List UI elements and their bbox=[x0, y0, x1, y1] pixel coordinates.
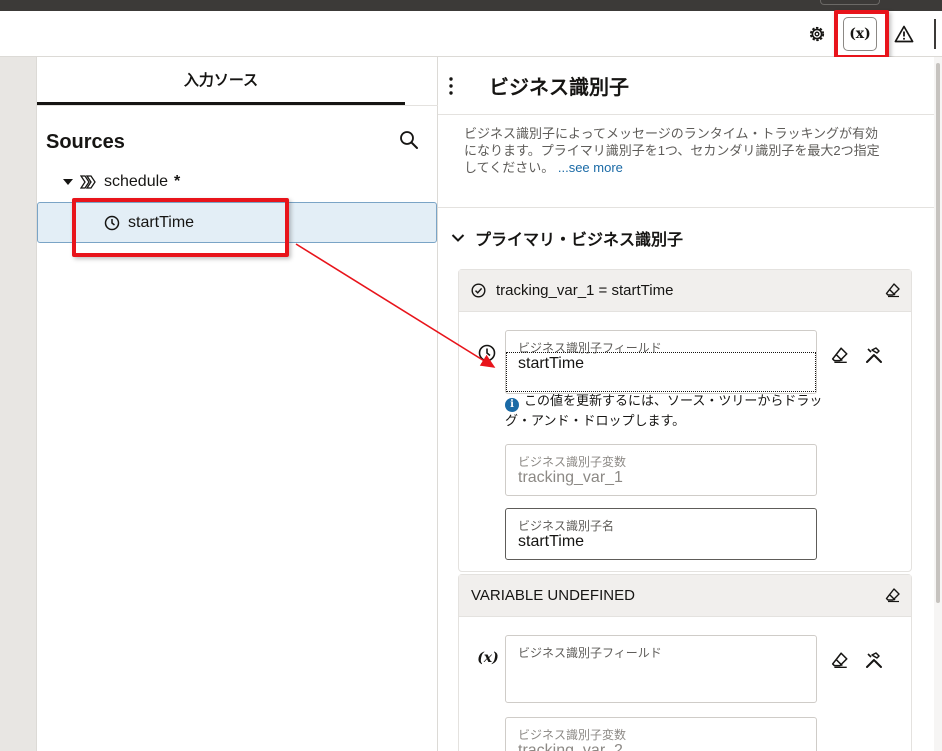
panel-scrollbar[interactable] bbox=[934, 57, 942, 751]
clock-icon bbox=[478, 344, 496, 362]
primary-section-label: プライマリ・ビジネス識別子 bbox=[475, 232, 684, 249]
eraser-icon bbox=[831, 347, 848, 363]
field-value[interactable]: startTime bbox=[518, 533, 584, 551]
card-header-label: VARIABLE UNDEFINED bbox=[471, 587, 635, 604]
canvas-gutter bbox=[0, 57, 37, 751]
scrollbar-thumb[interactable] bbox=[936, 63, 940, 603]
kebab-menu-icon bbox=[449, 77, 453, 95]
eraser-icon[interactable] bbox=[885, 282, 901, 298]
field-label: ビジネス識別子フィールド bbox=[518, 646, 662, 660]
drag-hint-text: この値を更新するには、ソース・ツリーからドラッグ・アンド・ドロップします。 bbox=[505, 393, 823, 428]
clear-field-button[interactable] bbox=[829, 649, 851, 671]
eraser-icon[interactable] bbox=[885, 587, 901, 603]
check-circle-icon bbox=[471, 283, 486, 298]
field-type-clock bbox=[476, 342, 498, 364]
eraser-icon bbox=[831, 652, 848, 668]
highlight-box-variables bbox=[834, 10, 889, 59]
drag-hint: i この値を更新するには、ソース・ツリーからドラッグ・アンド・ドロップします。 bbox=[505, 392, 835, 429]
window-top-tab bbox=[820, 0, 880, 5]
toolbar-edge bbox=[934, 19, 936, 49]
search-button[interactable] bbox=[398, 129, 420, 151]
card-header-label: tracking_var_1 = startTime bbox=[496, 282, 674, 299]
caret-down-icon[interactable] bbox=[62, 177, 74, 187]
field-value: startTime bbox=[518, 355, 585, 372]
tab-divider bbox=[37, 105, 438, 106]
identifier-variable-field: ビジネス識別子変数 tracking_var_2 bbox=[505, 717, 817, 751]
sources-panel: 入力ソース Sources schedule * startTime bbox=[37, 57, 438, 751]
top-toolbar: (x) bbox=[0, 11, 942, 57]
search-icon bbox=[400, 131, 418, 149]
schedule-chevrons-icon bbox=[80, 175, 96, 189]
tree-node-label: schedule bbox=[104, 173, 169, 190]
more-options-button[interactable] bbox=[447, 75, 455, 97]
field-label: ビジネス識別子変数 bbox=[518, 728, 627, 742]
window-top-strip bbox=[0, 0, 942, 11]
gear-icon bbox=[809, 26, 825, 42]
field-type-variable: (x) bbox=[475, 647, 501, 669]
business-identifiers-panel: ビジネス識別子 ビジネス識別子によってメッセージのランタイム・トラッキングが有効… bbox=[438, 57, 934, 751]
warnings-button[interactable] bbox=[891, 11, 917, 57]
info-icon: i bbox=[505, 398, 519, 412]
see-more-link[interactable]: ...see more bbox=[558, 160, 623, 175]
card-header: tracking_var_1 = startTime bbox=[459, 270, 911, 312]
identifier-field-drop[interactable]: ビジネス識別子フィールド startTime bbox=[505, 330, 817, 394]
identifier-name-input[interactable]: ビジネス識別子名 startTime bbox=[505, 508, 817, 560]
sources-title: Sources bbox=[46, 131, 125, 153]
panel-description: ビジネス識別子によってメッセージのランタイム・トラッキングが有効になります。プラ… bbox=[464, 125, 884, 176]
field-label: ビジネス識別子名 bbox=[518, 519, 615, 533]
tab-input-sources[interactable]: 入力ソース bbox=[37, 57, 405, 105]
warning-triangle-icon bbox=[894, 25, 914, 43]
chevron-down-icon bbox=[451, 234, 465, 242]
header-divider bbox=[438, 114, 934, 115]
section-divider bbox=[438, 207, 934, 208]
field-value: tracking_var_1 bbox=[518, 469, 623, 486]
tools-button[interactable] bbox=[863, 344, 885, 366]
panel-title: ビジネス識別子 bbox=[489, 77, 629, 99]
field-label: ビジネス識別子変数 bbox=[518, 455, 627, 469]
primary-section-header[interactable]: プライマリ・ビジネス識別子 bbox=[451, 225, 683, 251]
hammer-wrench-icon bbox=[866, 652, 882, 668]
identifier-variable-field: ビジネス識別子変数 tracking_var_1 bbox=[505, 444, 817, 496]
secondary-identifier-card: VARIABLE UNDEFINED (x) ビジネス識別子フィールド ビジネス… bbox=[458, 574, 912, 751]
variable-icon: (x) bbox=[477, 650, 499, 666]
primary-identifier-card: tracking_var_1 = startTime ビジネス識別子フィールド … bbox=[458, 269, 912, 572]
settings-button[interactable] bbox=[804, 11, 830, 57]
tools-button[interactable] bbox=[863, 649, 885, 671]
field-value: tracking_var_2 bbox=[518, 742, 623, 751]
tree-node-schedule[interactable]: schedule * bbox=[62, 171, 180, 193]
description-text: ビジネス識別子によってメッセージのランタイム・トラッキングが有効になります。プラ… bbox=[464, 126, 880, 175]
identifier-field-drop[interactable]: ビジネス識別子フィールド bbox=[505, 635, 817, 703]
hammer-wrench-icon bbox=[866, 347, 882, 363]
required-marker: * bbox=[174, 173, 181, 190]
highlight-box-starttime bbox=[72, 198, 289, 257]
clear-field-button[interactable] bbox=[829, 344, 851, 366]
card-header: VARIABLE UNDEFINED bbox=[459, 575, 911, 617]
